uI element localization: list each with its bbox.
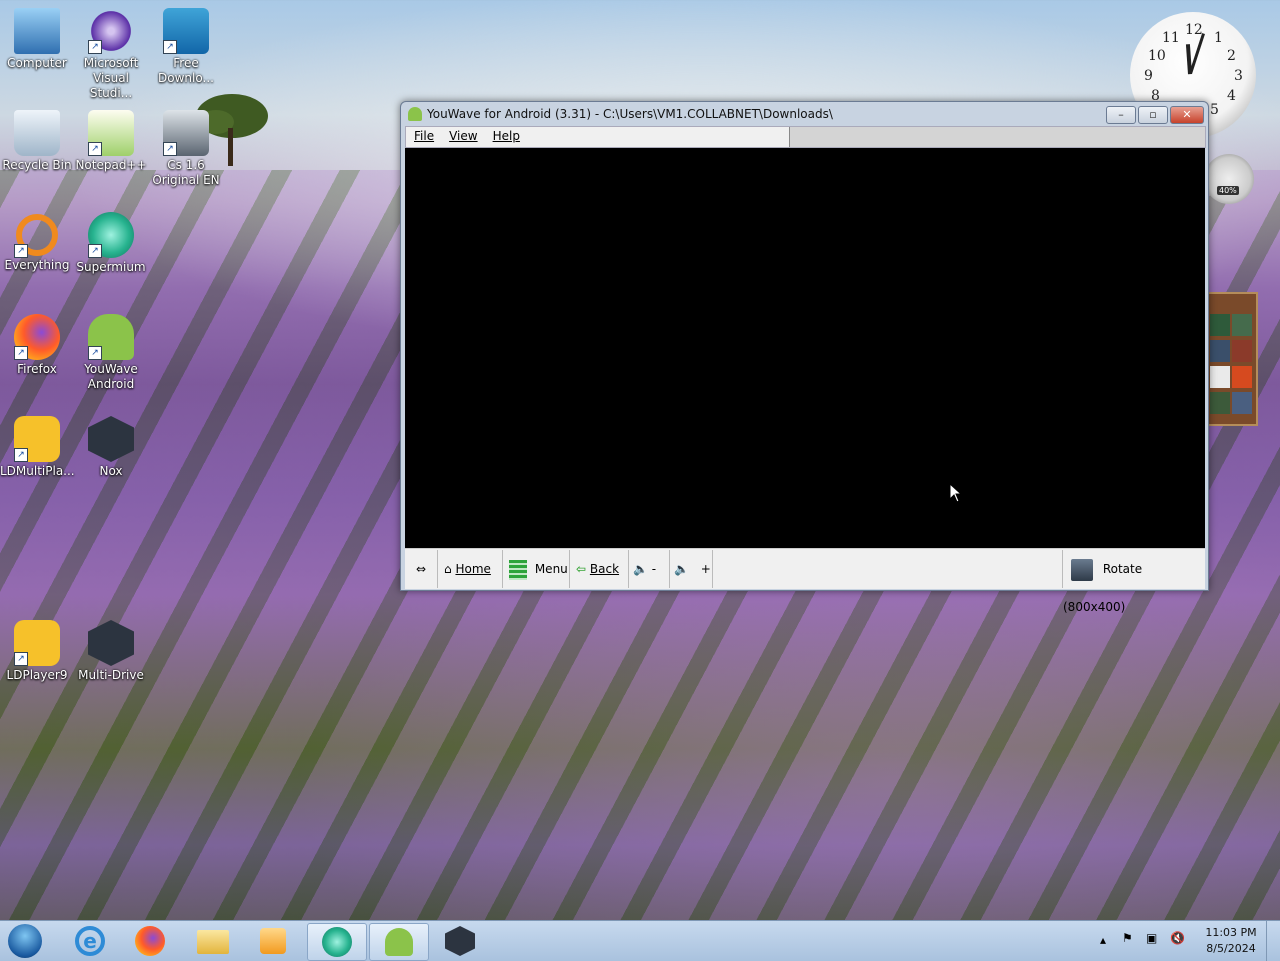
puzzle-tile[interactable] bbox=[1232, 340, 1252, 362]
desktop-icon-counter-strike[interactable]: ↗ Cs 1.6 Original EN bbox=[149, 106, 223, 188]
youwave-window: YouWave for Android (3.31) - C:\Users\VM… bbox=[400, 101, 1209, 614]
desktop-icon-nox[interactable]: Nox bbox=[74, 412, 148, 479]
clock-minute-hand bbox=[1189, 33, 1205, 74]
picture-puzzle-gadget[interactable] bbox=[1206, 292, 1258, 426]
supermium-icon bbox=[322, 927, 352, 957]
home-icon: ⌂ bbox=[444, 562, 452, 576]
desktop-icon-computer[interactable]: Computer bbox=[0, 4, 74, 71]
volume-up-button[interactable]: 🔈 + bbox=[670, 550, 713, 588]
folder-icon bbox=[197, 930, 229, 954]
taskbar-nox[interactable] bbox=[432, 923, 488, 959]
minimize-button[interactable]: – bbox=[1106, 106, 1136, 124]
youwave-android-icon bbox=[385, 928, 413, 956]
ldplayer9-icon: ↗ bbox=[14, 620, 60, 666]
taskbar-clock[interactable]: 11:03 PM 8/5/2024 bbox=[1202, 925, 1260, 957]
everything-search-icon: ↗ bbox=[14, 214, 58, 258]
nox-icon bbox=[88, 416, 134, 462]
supermium-icon: ↗ bbox=[88, 212, 134, 258]
desktop-icon-everything[interactable]: ↗ Everything bbox=[0, 208, 74, 273]
chevron-up-icon: ▴ bbox=[1100, 933, 1107, 947]
taskbar-file-explorer[interactable] bbox=[184, 923, 240, 959]
taskbar-media-player[interactable] bbox=[244, 923, 300, 959]
puzzle-tile[interactable] bbox=[1232, 366, 1252, 388]
puzzle-tile[interactable] bbox=[1232, 314, 1252, 336]
menubar: File View Help bbox=[405, 126, 1206, 148]
computer-icon bbox=[14, 8, 60, 54]
back-button[interactable]: ⇦ Back bbox=[570, 550, 629, 588]
menu-help[interactable]: Help bbox=[485, 127, 527, 143]
android-icon bbox=[408, 107, 422, 121]
nox-multi-drive-icon bbox=[88, 620, 134, 666]
puzzle-tile[interactable] bbox=[1210, 340, 1230, 362]
window-title: YouWave for Android (3.31) - C:\Users\VM… bbox=[427, 107, 833, 121]
speaker-icon: 🔈 bbox=[674, 562, 689, 576]
rotate-button[interactable]: Rotate (800x400) bbox=[1062, 550, 1205, 614]
rotate-device-icon bbox=[1071, 558, 1093, 581]
resize-toggle-button[interactable]: ⇔ bbox=[405, 550, 438, 588]
menu-view[interactable]: View bbox=[441, 127, 484, 143]
menu-file[interactable]: File bbox=[406, 127, 441, 143]
taskbar-firefox[interactable] bbox=[122, 923, 178, 959]
taskbar-supermium[interactable] bbox=[307, 923, 367, 961]
volume-muted-icon[interactable]: 🔇 bbox=[1170, 931, 1185, 945]
speaker-icon: 🔈 bbox=[633, 562, 648, 576]
free-download-manager-icon: ↗ bbox=[163, 8, 209, 54]
double-arrow-icon: ⇔ bbox=[415, 562, 427, 576]
desktop-icon-youwave-android[interactable]: ↗ YouWave Android bbox=[74, 310, 148, 392]
menu-list-icon bbox=[509, 559, 527, 580]
desktop-icon-recycle-bin[interactable]: Recycle Bin bbox=[0, 106, 74, 173]
desktop-icon-firefox[interactable]: ↗ Firefox bbox=[0, 310, 74, 377]
mouse-cursor bbox=[949, 483, 961, 503]
taskbar-youwave-android[interactable] bbox=[369, 923, 429, 961]
emulator-toolbar: ⇔ ⌂ Home Menu ⇦ Back 🔈 - 🔈 + Rotate (800… bbox=[405, 548, 1205, 614]
android-screen[interactable] bbox=[405, 148, 1205, 548]
network-icon[interactable]: ▣ bbox=[1146, 931, 1157, 945]
volume-down-button[interactable]: 🔈 - bbox=[629, 550, 670, 588]
desktop-icon-multi-drive[interactable]: Multi-Drive bbox=[74, 616, 148, 683]
desktop-icon-visual-studio[interactable]: ↗ Microsoft Visual Studi... bbox=[74, 4, 148, 101]
maximize-icon: ▫ bbox=[1149, 108, 1157, 121]
visual-studio-icon: ↗ bbox=[88, 8, 134, 54]
close-button[interactable]: ✕ bbox=[1170, 106, 1204, 124]
taskbar-internet-explorer[interactable]: e bbox=[62, 923, 118, 959]
home-button[interactable]: ⌂ Home bbox=[438, 550, 503, 588]
internet-explorer-icon: e bbox=[75, 926, 105, 956]
desktop-icon-ldplayer9[interactable]: ↗ LDPlayer9 bbox=[0, 616, 74, 683]
desktop-icon-supermium[interactable]: ↗ Supermium bbox=[74, 208, 148, 275]
firefox-icon: ↗ bbox=[14, 314, 60, 360]
notepadpp-icon: ↗ bbox=[88, 110, 134, 156]
ldmultiplayer-icon: ↗ bbox=[14, 416, 60, 462]
taskbar: e ▴ ⚑ ▣ 🔇 11:03 PM 8/5/2024 bbox=[0, 920, 1280, 961]
windows-orb-icon bbox=[8, 924, 42, 958]
show-hidden-icons-button[interactable]: ▴ bbox=[1100, 933, 1106, 947]
menu-button[interactable]: Menu bbox=[503, 550, 570, 588]
firefox-icon bbox=[135, 926, 165, 956]
desktop-icon-ldmultiplayer[interactable]: ↗ LDMultiPla... bbox=[0, 412, 75, 479]
action-center-flag-icon[interactable]: ⚑ bbox=[1122, 931, 1133, 945]
puzzle-tile[interactable] bbox=[1232, 392, 1252, 414]
recycle-bin-icon bbox=[14, 110, 60, 156]
back-arrow-icon: ⇦ bbox=[576, 562, 587, 576]
maximize-button[interactable]: ▫ bbox=[1138, 106, 1168, 124]
menubar-status-area bbox=[789, 127, 1205, 147]
start-button[interactable] bbox=[4, 923, 48, 959]
desktop-icon-notepadpp[interactable]: ↗ Notepad++ bbox=[74, 106, 148, 173]
nox-icon bbox=[445, 926, 475, 956]
puzzle-tile[interactable] bbox=[1210, 314, 1230, 336]
desktop-icon-free-download-manager[interactable]: ↗ Free Downlo... bbox=[149, 4, 223, 86]
window-titlebar[interactable]: YouWave for Android (3.31) - C:\Users\VM… bbox=[401, 102, 1208, 126]
minimize-icon: – bbox=[1118, 108, 1124, 121]
puzzle-tile[interactable] bbox=[1210, 366, 1230, 388]
media-player-icon bbox=[260, 928, 286, 954]
counter-strike-icon: ↗ bbox=[163, 110, 209, 156]
show-desktop-button[interactable] bbox=[1266, 921, 1280, 961]
puzzle-tile[interactable] bbox=[1210, 392, 1230, 414]
close-icon: ✕ bbox=[1182, 108, 1192, 121]
youwave-android-icon: ↗ bbox=[88, 314, 134, 360]
cpu-meter-gadget[interactable]: 40% bbox=[1204, 154, 1254, 204]
